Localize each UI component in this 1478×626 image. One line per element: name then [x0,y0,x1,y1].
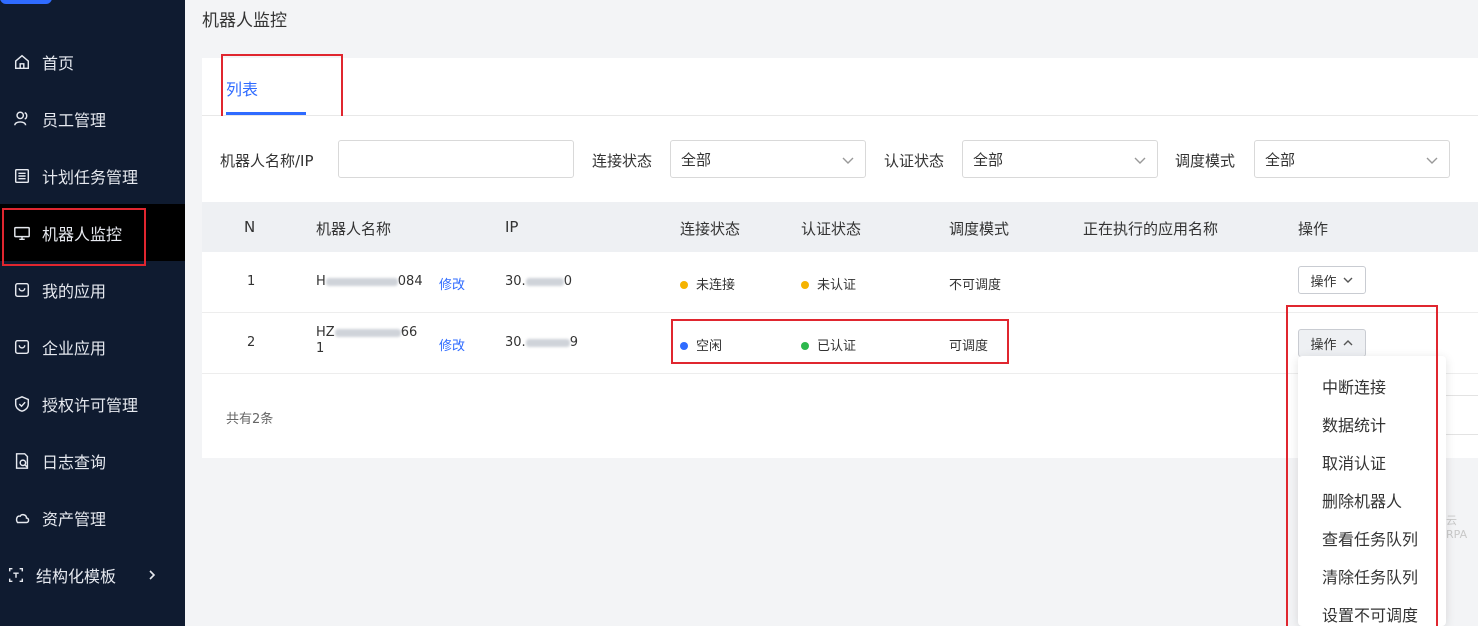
sidebar-item-assets[interactable]: 资产管理 [0,489,185,546]
filter-bar: 机器人名称/IP 连接状态 全部 认证状态 全部 调度模式 全部 [202,116,1478,202]
chevron-right-icon [146,566,160,580]
ip-prefix: 30. [505,335,526,350]
robot-name: H 084 [316,274,423,289]
row-index: 1 [247,274,256,289]
filter-label-auth: 认证状态 [884,152,945,170]
robot-name-suffix: 66 [400,325,418,340]
sidebar-item-label: 我的应用 [42,281,107,301]
row-index: 2 [247,335,256,350]
ip-suffix: 9 [569,335,578,350]
select-value: 全部 [1265,150,1296,169]
robot-name: HZ 66 1 [316,325,417,357]
connection-status: 未连接 [680,274,735,293]
annotation-box-menu [1286,305,1438,626]
column-header: 机器人名称 [316,220,392,238]
select-value: 全部 [681,150,712,169]
table-header: N 机器人名称 IP 连接状态 认证状态 调度模式 正在执行的应用名称 操作 [202,202,1478,252]
sidebar-item-label: 日志查询 [42,452,107,472]
operation-dropdown-button[interactable]: 操作 [1298,266,1366,294]
users-icon [12,109,32,129]
app-icon [12,337,32,357]
chevron-down-icon [1425,153,1439,167]
edit-link[interactable]: 修改 [439,335,465,354]
list-icon [12,166,32,186]
annotation-box-sidebar [2,208,146,266]
watermark-text: 云RPA [1446,514,1468,541]
edit-link[interactable]: 修改 [439,274,465,293]
log-icon [12,451,32,471]
redacted-text [525,338,570,347]
sidebar-item-scheduled-tasks[interactable]: 计划任务管理 [0,147,185,204]
sidebar-item-label: 首页 [42,53,75,73]
robot-ip: 30. 9 [505,335,578,350]
status-dot [680,280,688,289]
chevron-down-icon [1133,153,1147,167]
robot-name-suffix: 084 [397,274,423,289]
redacted-text [525,277,564,286]
filter-label-name-ip: 机器人名称/IP [220,152,314,170]
annotation-box-status [671,319,1009,364]
column-header: 正在执行的应用名称 [1083,220,1219,238]
schedule-mode-select[interactable]: 全部 [1254,140,1450,178]
column-header: 调度模式 [949,220,1010,238]
column-header: 操作 [1298,220,1329,238]
robot-name-prefix: H [316,274,326,289]
chevron-down-icon [1343,277,1352,283]
sidebar-item-home[interactable]: 首页 [0,33,185,90]
schedule-mode: 不可调度 [949,278,1002,293]
auth-status-text: 未认证 [817,278,857,293]
table-row: 1 H 084 修改 30. 0 未连接 未认证 不可调度 操作 [202,252,1478,313]
redacted-text [325,277,398,286]
connection-status-select[interactable]: 全部 [670,140,866,178]
ip-suffix: 0 [563,274,572,289]
sidebar-item-label: 计划任务管理 [42,167,139,187]
sidebar: 首页 员工管理 计划任务管理 机器人监控 我的应用 企业应用 授权许可管理 日志… [0,0,185,626]
page-title: 机器人监控 [202,11,287,31]
logo [0,0,52,4]
sidebar-item-staff[interactable]: 员工管理 [0,90,185,147]
auth-status-select[interactable]: 全部 [962,140,1158,178]
sidebar-item-logs[interactable]: 日志查询 [0,432,185,489]
status-dot [801,280,809,289]
connection-status-text: 未连接 [696,278,736,293]
select-value: 全部 [973,150,1004,169]
annotation-box-tab [221,54,343,119]
sidebar-item-enterprise-apps[interactable]: 企业应用 [0,318,185,375]
sidebar-item-label: 企业应用 [42,338,107,358]
chevron-down-icon [841,153,855,167]
auth-status: 未认证 [801,274,856,293]
ip-prefix: 30. [505,274,526,289]
column-header: IP [505,218,519,236]
robot-ip: 30. 0 [505,274,572,289]
column-header: N [244,218,256,236]
home-icon [12,52,32,72]
sidebar-item-label: 员工管理 [42,110,107,130]
sidebar-item-templates[interactable]: 结构化模板 [0,546,185,603]
filter-label-connection: 连接状态 [592,152,653,170]
sidebar-item-label: 授权许可管理 [42,395,139,415]
cloud-icon [12,508,32,528]
operation-label: 操作 [1310,274,1337,290]
sidebar-item-my-apps[interactable]: 我的应用 [0,261,185,318]
sidebar-item-label: 结构化模板 [36,566,117,586]
robot-name-prefix: HZ [316,325,335,340]
filter-label-schedule: 调度模式 [1175,152,1236,170]
shield-icon [12,394,32,414]
column-header: 认证状态 [801,220,862,238]
sidebar-item-label: 资产管理 [42,509,107,529]
robot-name-line2: 1 [316,341,325,356]
column-header: 连接状态 [680,220,741,238]
total-count: 共有2条 [226,412,274,427]
sidebar-item-license[interactable]: 授权许可管理 [0,375,185,432]
redacted-text [334,328,401,337]
app-icon [12,280,32,300]
template-icon [6,565,26,585]
name-ip-input[interactable] [338,140,574,178]
tabs-bar: 列表 [202,58,1478,116]
